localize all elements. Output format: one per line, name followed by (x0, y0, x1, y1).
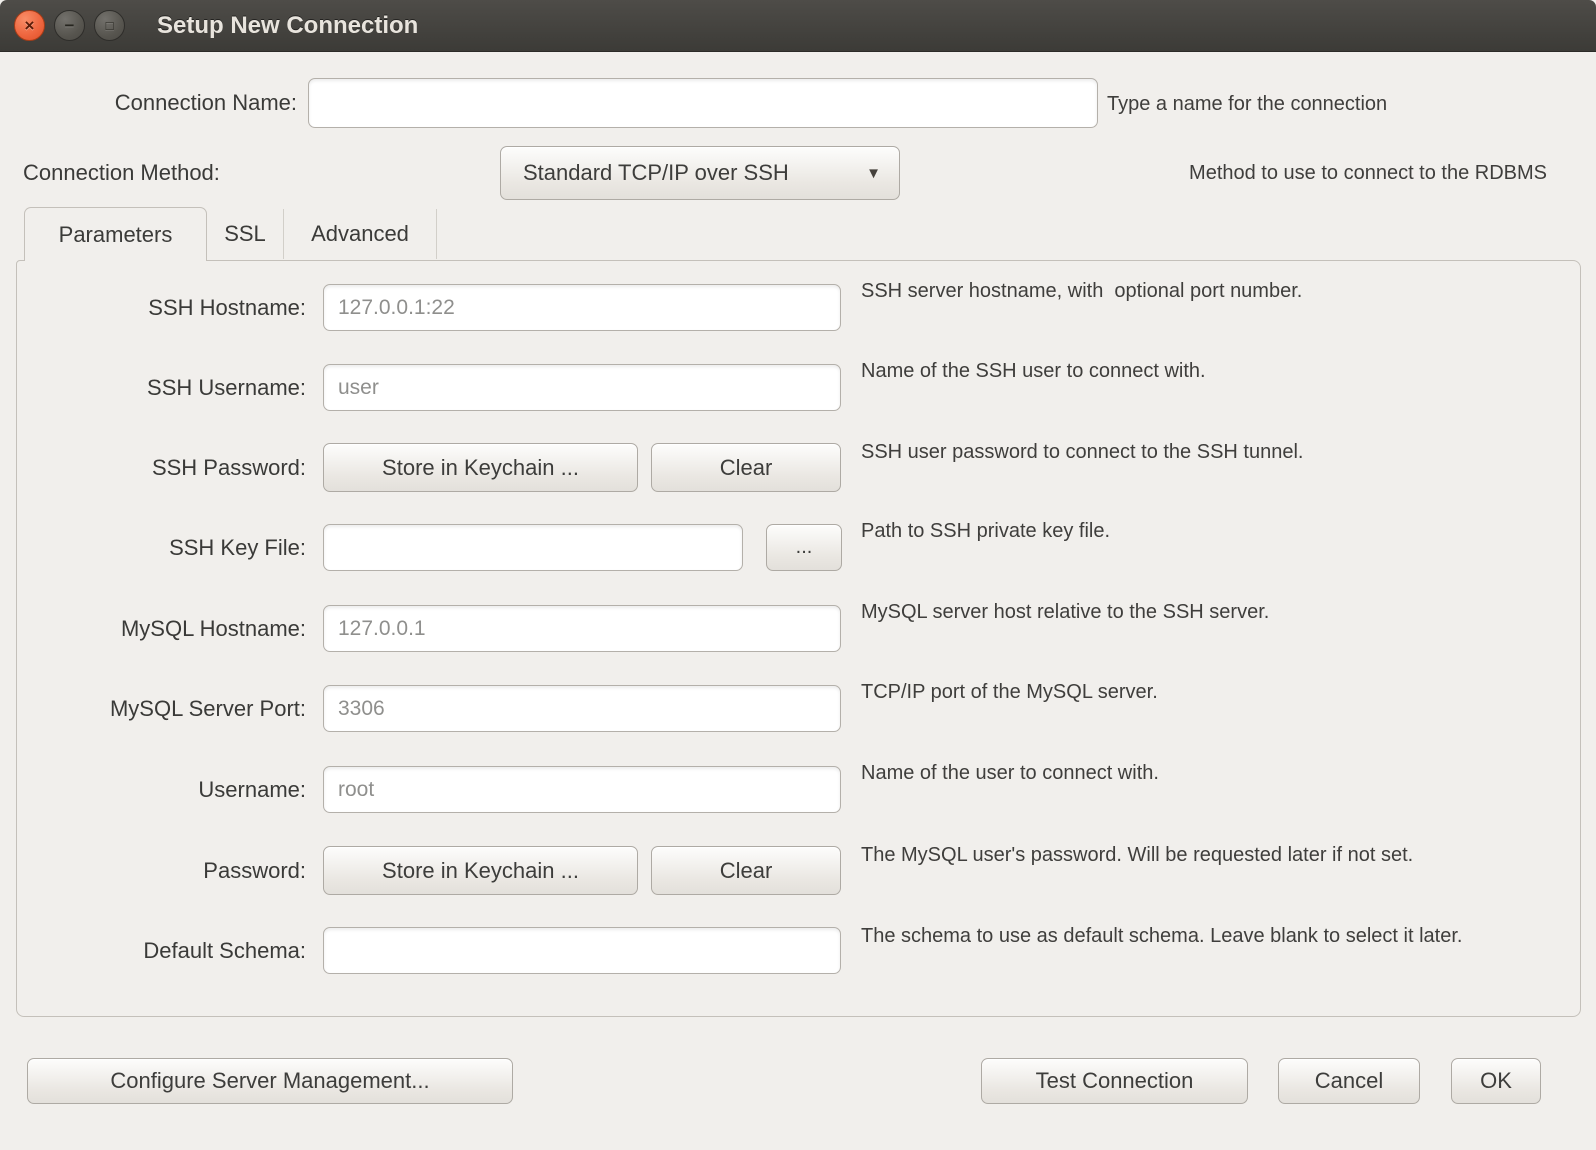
default-schema-help: The schema to use as default schema. Lea… (861, 924, 1536, 950)
close-icon[interactable]: × (14, 10, 45, 41)
parameters-panel: SSH Hostname: SSH server hostname, with … (16, 260, 1581, 1017)
tab-advanced[interactable]: Advanced (284, 209, 437, 259)
username-input[interactable] (323, 766, 841, 813)
ssh-username-input[interactable] (323, 364, 841, 411)
password-help: The MySQL user's password. Will be reque… (861, 843, 1551, 869)
ssh-username-label: SSH Username: (17, 364, 306, 411)
title-bar: × − □ Setup New Connection (0, 0, 1596, 52)
ssh-username-help: Name of the SSH user to connect with. (861, 359, 1551, 385)
minimize-icon[interactable]: − (54, 10, 85, 41)
ssh-password-help: SSH user password to connect to the SSH … (861, 440, 1551, 466)
connection-method-help: Method to use to connect to the RDBMS (0, 161, 1547, 187)
ssh-key-file-input[interactable] (323, 524, 743, 571)
mysql-hostname-help: MySQL server host relative to the SSH se… (861, 600, 1551, 626)
mysql-port-help: TCP/IP port of the MySQL server. (861, 680, 1551, 706)
ssh-key-file-browse-button[interactable]: ... (766, 524, 842, 571)
mysql-port-input[interactable] (323, 685, 841, 732)
tab-parameters[interactable]: Parameters (24, 207, 207, 261)
mysql-hostname-label: MySQL Hostname: (17, 605, 306, 652)
ssh-hostname-label: SSH Hostname: (17, 284, 306, 331)
ssh-hostname-input[interactable] (323, 284, 841, 331)
connection-name-label: Connection Name: (0, 78, 297, 128)
username-label: Username: (17, 766, 306, 813)
default-schema-input[interactable] (323, 927, 841, 974)
ssh-password-clear-button[interactable]: Clear (651, 443, 841, 492)
tab-ssl[interactable]: SSL (207, 209, 284, 259)
connection-name-help: Type a name for the connection (1107, 92, 1387, 118)
ssh-password-store-keychain-button[interactable]: Store in Keychain ... (323, 443, 638, 492)
ssh-hostname-help: SSH server hostname, with optional port … (861, 279, 1551, 305)
mysql-hostname-input[interactable] (323, 605, 841, 652)
cancel-button[interactable]: Cancel (1278, 1058, 1420, 1104)
password-store-keychain-button[interactable]: Store in Keychain ... (323, 846, 638, 895)
window-title: Setup New Connection (157, 12, 418, 40)
configure-server-management-button[interactable]: Configure Server Management... (27, 1058, 513, 1104)
mysql-port-label: MySQL Server Port: (17, 685, 306, 732)
ssh-password-label: SSH Password: (17, 443, 306, 492)
password-clear-button[interactable]: Clear (651, 846, 841, 895)
connection-name-input[interactable] (308, 78, 1098, 128)
test-connection-button[interactable]: Test Connection (981, 1058, 1248, 1104)
default-schema-label: Default Schema: (17, 927, 306, 974)
maximize-icon[interactable]: □ (94, 10, 125, 41)
username-help: Name of the user to connect with. (861, 761, 1551, 787)
password-label: Password: (17, 846, 306, 895)
ok-button[interactable]: OK (1451, 1058, 1541, 1104)
window-controls: × − □ (14, 10, 125, 41)
ssh-key-file-label: SSH Key File: (17, 524, 306, 571)
ssh-key-file-help: Path to SSH private key file. (861, 519, 1551, 545)
